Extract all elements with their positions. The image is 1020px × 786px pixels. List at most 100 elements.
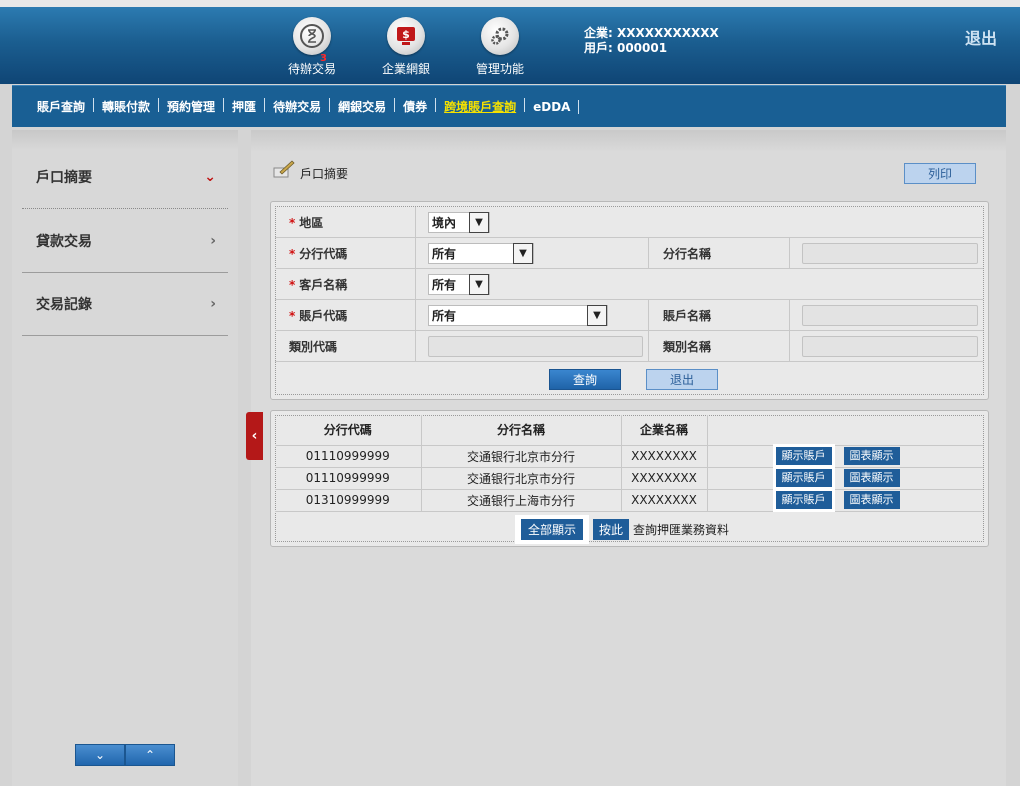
sidebar: 戶口摘要 ⌄ 貸款交易 › 交易記錄 › ⌄ ⌃: [12, 130, 238, 786]
page-title: 戶口摘要: [272, 158, 349, 181]
scroll-down-button[interactable]: ⌄: [75, 744, 125, 766]
top-strip: [0, 0, 1020, 7]
branch-name-field[interactable]: [802, 243, 978, 264]
sidebar-item-label: 戶口摘要: [36, 170, 92, 186]
table-cell: 顯示賬戶 圖表顯示: [707, 466, 983, 490]
chevron-down-icon: ▼: [469, 274, 489, 295]
region-select[interactable]: 境內 ▼: [428, 212, 490, 233]
form-row-customer: * 客戶名稱 所有 ▼: [275, 269, 983, 300]
table-row: 01110999999 交通银行北京市分行 XXXXXXXX 顯示賬戶 圖表顯示: [275, 444, 983, 468]
table-header-row: 分行代碼 分行名稱 企業名稱: [275, 415, 983, 446]
table-cell: XXXXXXXX: [621, 489, 708, 512]
table-cell: XXXXXXXX: [621, 445, 708, 468]
table-cell: 01110999999: [275, 445, 422, 468]
show-accounts-button[interactable]: 顯示賬戶: [772, 488, 835, 512]
hourglass-icon: [293, 17, 331, 55]
chevron-right-icon: ›: [210, 233, 216, 249]
chevron-right-icon: ›: [210, 296, 216, 312]
nav-tab[interactable]: 債券: [393, 98, 437, 115]
corporate-banking-button[interactable]: $ 企業網銀: [356, 17, 456, 77]
query-button[interactable]: 查詢: [549, 369, 621, 390]
category-code-field[interactable]: [428, 336, 643, 357]
pending-transactions-button[interactable]: 3 待辦交易: [262, 17, 362, 77]
branch-code-select[interactable]: 所有 ▼: [428, 243, 534, 264]
nav-tab[interactable]: 跨境賬戶查詢: [434, 98, 526, 115]
monitor-dollar-icon: $: [387, 17, 425, 55]
gears-icon: [481, 17, 519, 55]
account-code-select[interactable]: 所有 ▼: [428, 305, 608, 326]
form-row-category: 類別代碼 類別名稱: [275, 331, 983, 362]
chart-view-button[interactable]: 圖表顯示: [843, 491, 900, 509]
customer-name-select[interactable]: 所有 ▼: [428, 274, 490, 295]
column-header: 分行名稱: [421, 415, 622, 446]
table-cell: 交通银行上海市分行: [421, 489, 622, 512]
sidebar-item-account-summary[interactable]: 戶口摘要 ⌄: [22, 146, 228, 209]
sidebar-item-label: 貸款交易: [36, 234, 92, 250]
account-code-label: * 賬戶代碼: [289, 308, 348, 324]
table-cell: 顯示賬戶 圖表顯示: [707, 444, 983, 468]
nav-tab[interactable]: 押匯: [222, 98, 266, 115]
results-table: 分行代碼 分行名稱 企業名稱 01110999999 交通银行北京市分行 XXXXX…: [275, 415, 983, 512]
category-code-label: 類別代碼: [289, 340, 338, 354]
collapse-sidebar-icon[interactable]: ‹: [246, 412, 263, 460]
chevron-down-icon: ▼: [513, 243, 533, 264]
show-accounts-button[interactable]: 顯示賬戶: [772, 444, 835, 468]
nav-tab[interactable]: 待辦交易: [263, 98, 331, 115]
management-button[interactable]: 管理功能: [450, 17, 550, 77]
table-cell: 01110999999: [275, 467, 422, 490]
main-nav: 賬戶查詢 轉賬付款 預約管理 押匯 待辦交易 網銀交易 債券 跨境賬戶查詢 eDDA: [12, 85, 1006, 127]
sidebar-item-loan-transactions[interactable]: 貸款交易 ›: [22, 210, 228, 273]
form-row-region: * 地區 境內 ▼: [275, 207, 983, 238]
chevron-down-icon: ▼: [469, 212, 489, 233]
chevron-down-icon: ▼: [587, 305, 607, 326]
table-cell: 01310999999: [275, 489, 422, 512]
show-all-button[interactable]: 全部顯示: [515, 515, 590, 544]
table-cell: XXXXXXXX: [621, 467, 708, 490]
nav-tab[interactable]: 預約管理: [157, 98, 225, 115]
table-row: 01310999999 交通银行上海市分行 XXXXXXXX 顯示賬戶 圖表顯示: [275, 488, 983, 512]
nav-tab[interactable]: 轉賬付款: [92, 98, 160, 115]
management-label: 管理功能: [475, 62, 524, 76]
form-row-account: * 賬戶代碼 所有 ▼ 賬戶名稱: [275, 300, 983, 331]
corporate-banking-label: 企業網銀: [381, 62, 430, 76]
sidebar-item-label: 交易記錄: [36, 297, 92, 313]
show-accounts-button[interactable]: 顯示賬戶: [772, 466, 835, 490]
header-bar: 3 待辦交易 $ 企業網銀 管理功能 企業: XXXXXXXXXXX 用戶: 0…: [0, 7, 1020, 84]
table-cell: 交通银行北京市分行: [421, 467, 622, 490]
logout-link[interactable]: 退出: [965, 25, 997, 49]
chart-view-button[interactable]: 圖表顯示: [843, 447, 900, 465]
results-footer: 全部顯示 按此 查詢押匯業務資料: [515, 515, 729, 544]
region-label: * 地區: [289, 215, 324, 231]
chart-view-button[interactable]: 圖表顯示: [843, 469, 900, 487]
user-info: 企業: XXXXXXXXXXX 用戶: 000001: [584, 26, 719, 56]
pending-transactions-label: 待辦交易: [287, 62, 336, 76]
edit-pencil-icon: [273, 160, 295, 178]
branch-name-label: 分行名稱: [663, 247, 712, 261]
column-header: 企業名稱: [621, 415, 708, 446]
page-title-text: 戶口摘要: [300, 167, 349, 181]
form-row-branch: * 分行代碼 所有 ▼ 分行名稱: [275, 238, 983, 269]
column-header: 分行代碼: [275, 415, 422, 446]
nav-tab[interactable]: 賬戶查詢: [27, 98, 95, 115]
table-cell: 交通银行北京市分行: [421, 445, 622, 468]
column-header: [707, 415, 983, 446]
nav-tab[interactable]: 網銀交易: [328, 98, 396, 115]
svg-text:$: $: [402, 28, 410, 41]
account-name-label: 賬戶名稱: [663, 309, 712, 323]
category-name-field[interactable]: [802, 336, 978, 357]
branch-code-label: * 分行代碼: [289, 246, 348, 262]
chevron-down-icon: ⌄: [204, 169, 216, 185]
account-name-field[interactable]: [802, 305, 978, 326]
exit-button[interactable]: 退出: [646, 369, 718, 390]
company-id: 企業: XXXXXXXXXXX: [584, 26, 719, 40]
scroll-up-button[interactable]: ⌃: [125, 744, 175, 766]
sidebar-item-transaction-records[interactable]: 交易記錄 ›: [22, 273, 228, 336]
nav-tab[interactable]: eDDA: [523, 99, 580, 114]
user-id: 用戶: 000001: [584, 41, 668, 55]
sidebar-scroll-buttons: ⌄ ⌃: [75, 744, 175, 766]
pending-count-badge: 3: [320, 53, 327, 64]
print-button[interactable]: 列印: [904, 163, 976, 184]
category-name-label: 類別名稱: [663, 340, 712, 354]
click-here-button[interactable]: 按此: [593, 519, 630, 540]
table-cell: 顯示賬戶 圖表顯示: [707, 488, 983, 512]
